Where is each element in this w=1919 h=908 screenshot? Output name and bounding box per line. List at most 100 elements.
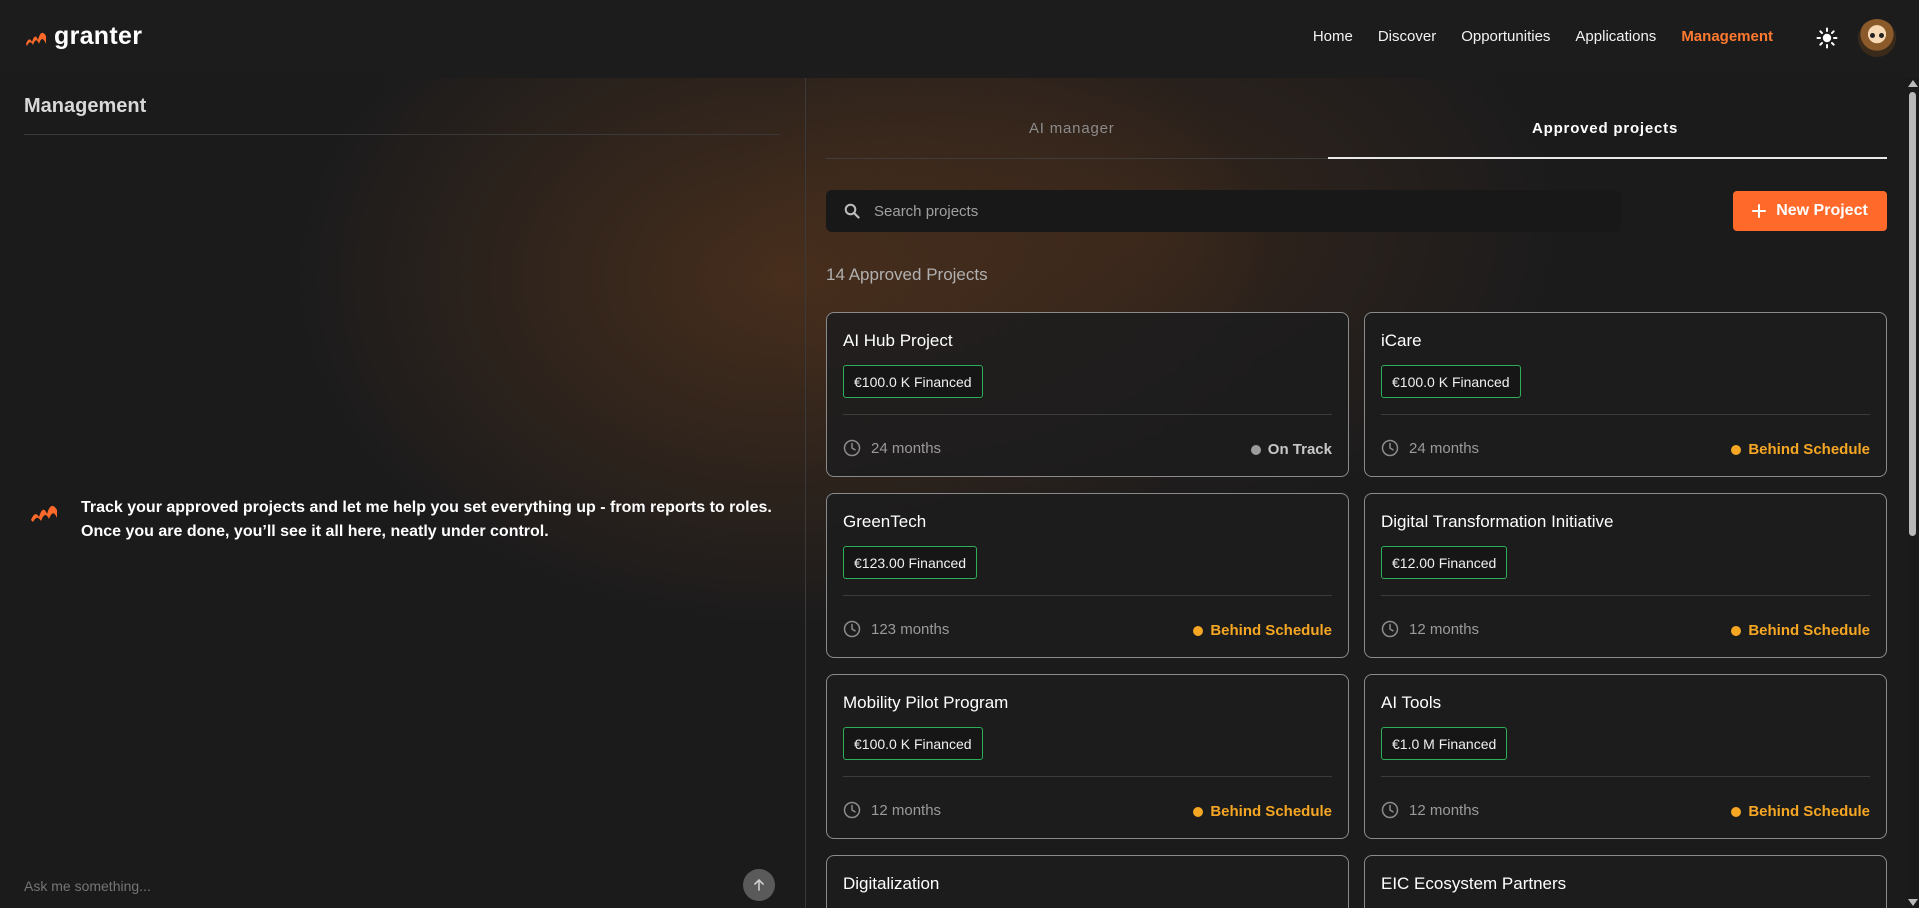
app-logo[interactable]: granter xyxy=(24,22,142,51)
nav-applications[interactable]: Applications xyxy=(1575,28,1656,45)
project-card[interactable]: iCare €100.0 K Financed 24 months Behind… xyxy=(1364,312,1887,477)
financed-badge: €1.0 M Financed xyxy=(1381,727,1508,760)
granter-logo-icon xyxy=(26,32,46,46)
assistant-message-line: Once you are done, you’ll see it all her… xyxy=(81,523,549,540)
status-badge: Behind Schedule xyxy=(1731,803,1870,820)
clock-icon xyxy=(1381,439,1399,457)
status-badge: Behind Schedule xyxy=(1731,441,1870,458)
project-name: AI Tools xyxy=(1381,693,1442,712)
nav-management[interactable]: Management xyxy=(1681,28,1773,45)
status-badge: Behind Schedule xyxy=(1193,622,1332,639)
new-project-label: New Project xyxy=(1776,202,1868,219)
status-badge: Behind Schedule xyxy=(1193,803,1332,820)
nav-opportunities[interactable]: Opportunities xyxy=(1461,28,1550,45)
clock-icon xyxy=(843,439,861,457)
search-icon xyxy=(844,203,860,219)
project-duration: 12 months xyxy=(843,801,941,819)
card-divider xyxy=(1381,776,1870,777)
project-duration: 24 months xyxy=(1381,439,1479,457)
status-dot xyxy=(1731,625,1742,636)
project-duration: 12 months xyxy=(1381,801,1479,819)
plus-icon xyxy=(1752,204,1767,218)
avatar-eye xyxy=(1870,33,1875,38)
panel-divider xyxy=(805,78,806,908)
project-card[interactable]: EIC Ecosystem Partners xyxy=(1364,855,1887,908)
project-name: Digital Transformation Initiative xyxy=(1381,512,1614,531)
arrow-up-icon xyxy=(754,878,764,891)
status-text: Behind Schedule xyxy=(1210,622,1332,639)
status-dot xyxy=(1731,444,1742,455)
project-name: AI Hub Project xyxy=(843,331,953,350)
project-name: GreenTech xyxy=(843,512,927,531)
scroll-up-arrow-icon[interactable] xyxy=(1908,80,1918,87)
project-name: Digitalization xyxy=(843,874,940,893)
scrollbar-thumb[interactable] xyxy=(1909,92,1916,536)
nav-home[interactable]: Home xyxy=(1313,28,1353,45)
status-text: On Track xyxy=(1267,441,1332,458)
project-duration: 24 months xyxy=(843,439,941,457)
duration-text: 12 months xyxy=(1409,801,1480,819)
status-text: Behind Schedule xyxy=(1748,803,1870,820)
project-card[interactable]: AI Tools €1.0 M Financed 12 months Behin… xyxy=(1364,674,1887,839)
status-dot xyxy=(1193,625,1204,636)
duration-text: 24 months xyxy=(871,439,942,457)
status-dot xyxy=(1193,806,1204,817)
status-text: Behind Schedule xyxy=(1748,441,1870,458)
card-divider xyxy=(843,595,1332,596)
financed-badge: €123.00 Financed xyxy=(843,546,978,579)
duration-text: 12 months xyxy=(1409,620,1480,638)
divider xyxy=(24,134,780,135)
project-card[interactable]: AI Hub Project €100.0 K Financed 24 mont… xyxy=(826,312,1349,477)
top-navigation-bar: granter Home Discover Opportunities Appl… xyxy=(0,0,1919,78)
project-card[interactable]: Digital Transformation Initiative €12.00… xyxy=(1364,493,1887,658)
financed-badge: €100.0 K Financed xyxy=(843,727,983,760)
duration-text: 24 months xyxy=(1409,439,1480,457)
project-card[interactable]: Digitalization xyxy=(826,855,1349,908)
status-badge: On Track xyxy=(1250,441,1332,458)
avatar-eye xyxy=(1879,33,1884,38)
card-divider xyxy=(1381,414,1870,415)
project-card[interactable]: Mobility Pilot Program €100.0 K Financed… xyxy=(826,674,1349,839)
new-project-button[interactable]: New Project xyxy=(1733,191,1887,231)
status-text: Behind Schedule xyxy=(1210,803,1332,820)
card-divider xyxy=(843,414,1332,415)
search-box xyxy=(826,190,1621,232)
project-duration: 123 months xyxy=(843,620,949,638)
duration-text: 123 months xyxy=(871,620,950,638)
ai-chat-panel: Management Track your approved projects … xyxy=(0,78,805,908)
project-name: iCare xyxy=(1381,331,1422,350)
user-avatar[interactable] xyxy=(1858,19,1896,57)
status-text: Behind Schedule xyxy=(1748,622,1870,639)
tab-bar: AI manager Approved projects xyxy=(826,78,1887,159)
duration-text: 12 months xyxy=(871,801,942,819)
card-divider xyxy=(1381,595,1870,596)
app-name: granter xyxy=(54,22,143,50)
send-button[interactable] xyxy=(743,869,775,901)
clock-icon xyxy=(1381,801,1399,819)
status-dot xyxy=(1731,806,1742,817)
project-name: Mobility Pilot Program xyxy=(843,693,1009,712)
financed-badge: €100.0 K Financed xyxy=(843,365,983,398)
projects-count: 14 Approved Projects xyxy=(826,265,988,284)
assistant-message: Track your approved projects and let me … xyxy=(81,496,781,544)
clock-icon xyxy=(1381,620,1399,638)
page-title: Management xyxy=(24,95,147,117)
financed-badge: €12.00 Financed xyxy=(1381,546,1508,579)
clock-icon xyxy=(843,620,861,638)
assistant-logo-icon xyxy=(31,505,57,522)
assistant-message-line: Track your approved projects and let me … xyxy=(81,499,772,516)
card-divider xyxy=(843,776,1332,777)
scroll-down-arrow-icon[interactable] xyxy=(1908,899,1918,906)
chat-input[interactable] xyxy=(24,878,724,894)
search-input[interactable] xyxy=(874,202,1574,220)
status-badge: Behind Schedule xyxy=(1731,622,1870,639)
main-nav: Home Discover Opportunities Applications… xyxy=(1313,28,1773,45)
nav-discover[interactable]: Discover xyxy=(1378,28,1436,45)
tab-ai-manager[interactable]: AI manager xyxy=(1029,120,1115,137)
tab-approved-projects[interactable]: Approved projects xyxy=(1532,120,1678,137)
project-name: EIC Ecosystem Partners xyxy=(1381,874,1567,893)
active-tab-indicator xyxy=(1328,157,1887,159)
project-card[interactable]: GreenTech €123.00 Financed 123 months Be… xyxy=(826,493,1349,658)
sun-icon[interactable] xyxy=(1816,27,1838,49)
clock-icon xyxy=(843,801,861,819)
